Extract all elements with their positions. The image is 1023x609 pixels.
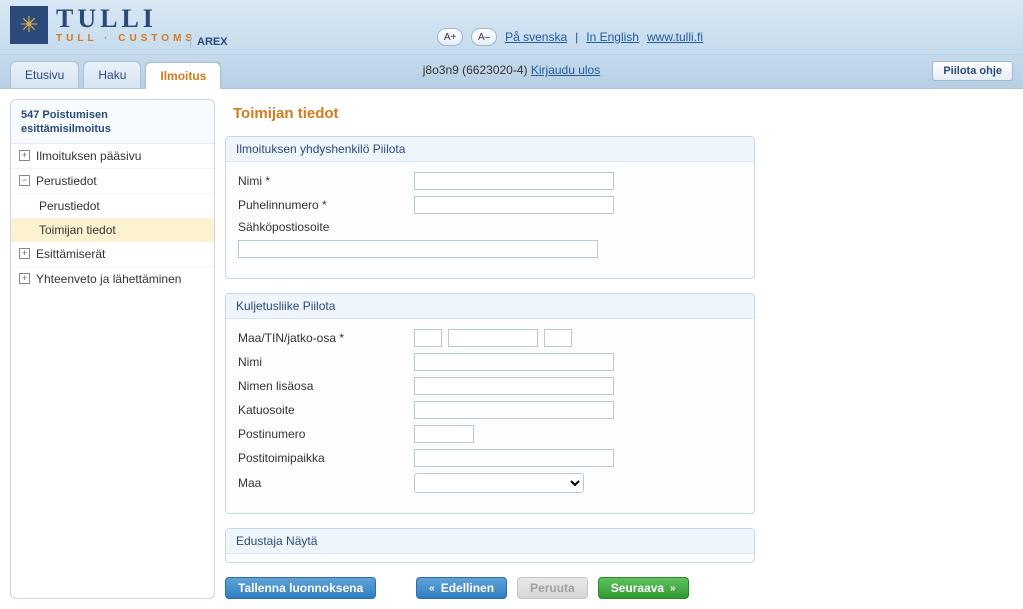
label-maa2: Maa (238, 476, 408, 490)
tabs: Etusivu Haku Ilmoitus (10, 61, 221, 88)
main-area: Toimijan tiedot Ilmoituksen yhdyshenkilö… (225, 99, 1013, 599)
chevron-right-icon: » (670, 583, 676, 594)
logo-main: TULLI (56, 6, 196, 32)
logo-sub: TULL · CUSTOMS (56, 34, 196, 44)
tab-ilmoitus[interactable]: Ilmoitus (145, 62, 221, 89)
font-decrease-button[interactable]: A– (471, 28, 497, 46)
label-postitmp: Postitoimipaikka (238, 451, 408, 465)
sidebar-item-label: Toimijan tiedot (39, 223, 116, 237)
button-row: Tallenna luonnoksena « Edellinen Peruuta… (225, 577, 755, 599)
hide-help-button[interactable]: Piilota ohje (932, 61, 1013, 81)
label-lisaosa: Nimen lisäosa (238, 379, 408, 393)
sidebar-item-label: Perustiedot (36, 174, 97, 188)
expand-icon: + (19, 150, 30, 161)
logo-icon: ✳ (10, 6, 48, 44)
button-label: Seuraava (611, 581, 664, 595)
button-label: Tallenna luonnoksena (238, 581, 363, 595)
input-carrier-lisaosa[interactable] (414, 377, 614, 395)
sidebar-item-perustiedot[interactable]: − Perustiedot (11, 169, 214, 194)
panel-representative: Edustaja Näytä (225, 528, 755, 563)
logout-link[interactable]: Kirjaudu ulos (531, 63, 600, 77)
lang-sv-link[interactable]: På svenska (505, 30, 567, 44)
user-id: j8o3n9 (6623020-4) (423, 63, 531, 77)
label-nimi2: Nimi (238, 355, 408, 369)
sidebar-item-paasivu[interactable]: + Ilmoituksen pääsivu (11, 144, 214, 169)
label-postinro: Postinumero (238, 427, 408, 441)
input-puhelin[interactable] (414, 196, 614, 214)
input-nimi[interactable] (414, 172, 614, 190)
input-carrier-postinro[interactable] (414, 425, 474, 443)
save-draft-button[interactable]: Tallenna luonnoksena (225, 577, 376, 599)
sidebar: 547 Poistumisen esittämisilmoitus + Ilmo… (10, 99, 215, 599)
header-links: A+ A– På svenska | In English www.tulli.… (437, 28, 703, 46)
panel-carrier: Kuljetusliike Piilota Maa/TIN/jatko-osa … (225, 293, 755, 514)
panel-representative-header[interactable]: Edustaja Näytä (226, 529, 754, 554)
sidebar-title-line2: esittämisilmoitus (21, 123, 111, 135)
label-puhelin: Puhelinnumero * (238, 198, 408, 212)
separator: | (575, 30, 578, 44)
panel-contact: Ilmoituksen yhdyshenkilö Piilota Nimi * … (225, 136, 755, 279)
sidebar-item-perustiedot-sub[interactable]: Perustiedot (11, 194, 214, 218)
page-title: Toimijan tiedot (233, 105, 755, 122)
sidebar-item-yhteenveto[interactable]: + Yhteenveto ja lähettäminen (11, 267, 214, 291)
expand-icon: + (19, 273, 30, 284)
tab-etusivu[interactable]: Etusivu (10, 61, 79, 88)
sidebar-item-label: Ilmoituksen pääsivu (36, 149, 141, 163)
input-email[interactable] (238, 240, 598, 258)
sidebar-item-label: Yhteenveto ja lähettäminen (36, 272, 181, 286)
input-maa-code[interactable] (414, 329, 442, 347)
expand-icon: + (19, 248, 30, 259)
sidebar-item-label: Esittämiserät (36, 247, 105, 261)
label-katu: Katuosoite (238, 403, 408, 417)
app-name: AREX (190, 36, 228, 48)
input-jatko[interactable] (544, 329, 572, 347)
font-increase-button[interactable]: A+ (437, 28, 463, 46)
logo-area: ✳ TULLI TULL · CUSTOMS (10, 6, 196, 44)
label-nimi: Nimi * (238, 174, 408, 188)
sidebar-item-toimijan[interactable]: Toimijan tiedot (11, 218, 214, 242)
input-carrier-katu[interactable] (414, 401, 614, 419)
panel-carrier-header[interactable]: Kuljetusliike Piilota (226, 294, 754, 319)
site-link[interactable]: www.tulli.fi (647, 30, 703, 44)
button-label: Peruuta (530, 581, 575, 595)
user-area: j8o3n9 (6623020-4) Kirjaudu ulos (423, 63, 600, 77)
logo-text: TULLI TULL · CUSTOMS (56, 6, 196, 44)
sidebar-item-esittamiserat[interactable]: + Esittämiserät (11, 242, 214, 267)
previous-button[interactable]: « Edellinen (416, 577, 507, 599)
cancel-button[interactable]: Peruuta (517, 577, 588, 599)
collapse-icon: − (19, 175, 30, 186)
app-header: ✳ TULLI TULL · CUSTOMS AREX A+ A– På sve… (0, 0, 1023, 55)
label-email: Sähköpostiosoite (238, 220, 408, 234)
sidebar-title: 547 Poistumisen esittämisilmoitus (11, 100, 214, 144)
button-label: Edellinen (441, 581, 494, 595)
tab-haku[interactable]: Haku (83, 61, 141, 88)
content: 547 Poistumisen esittämisilmoitus + Ilmo… (0, 89, 1023, 609)
label-maatin: Maa/TIN/jatko-osa * (238, 331, 408, 345)
input-carrier-nimi[interactable] (414, 353, 614, 371)
sidebar-item-label: Perustiedot (39, 199, 100, 213)
input-carrier-postitmp[interactable] (414, 449, 614, 467)
input-tin[interactable] (448, 329, 538, 347)
next-button[interactable]: Seuraava » (598, 577, 689, 599)
panel-contact-header[interactable]: Ilmoituksen yhdyshenkilö Piilota (226, 137, 754, 162)
select-carrier-maa[interactable] (414, 473, 584, 493)
sidebar-title-line1: 547 Poistumisen (21, 109, 108, 121)
chevron-left-icon: « (429, 583, 435, 594)
lang-en-link[interactable]: In English (586, 30, 639, 44)
tabs-row: Etusivu Haku Ilmoitus j8o3n9 (6623020-4)… (0, 55, 1023, 89)
